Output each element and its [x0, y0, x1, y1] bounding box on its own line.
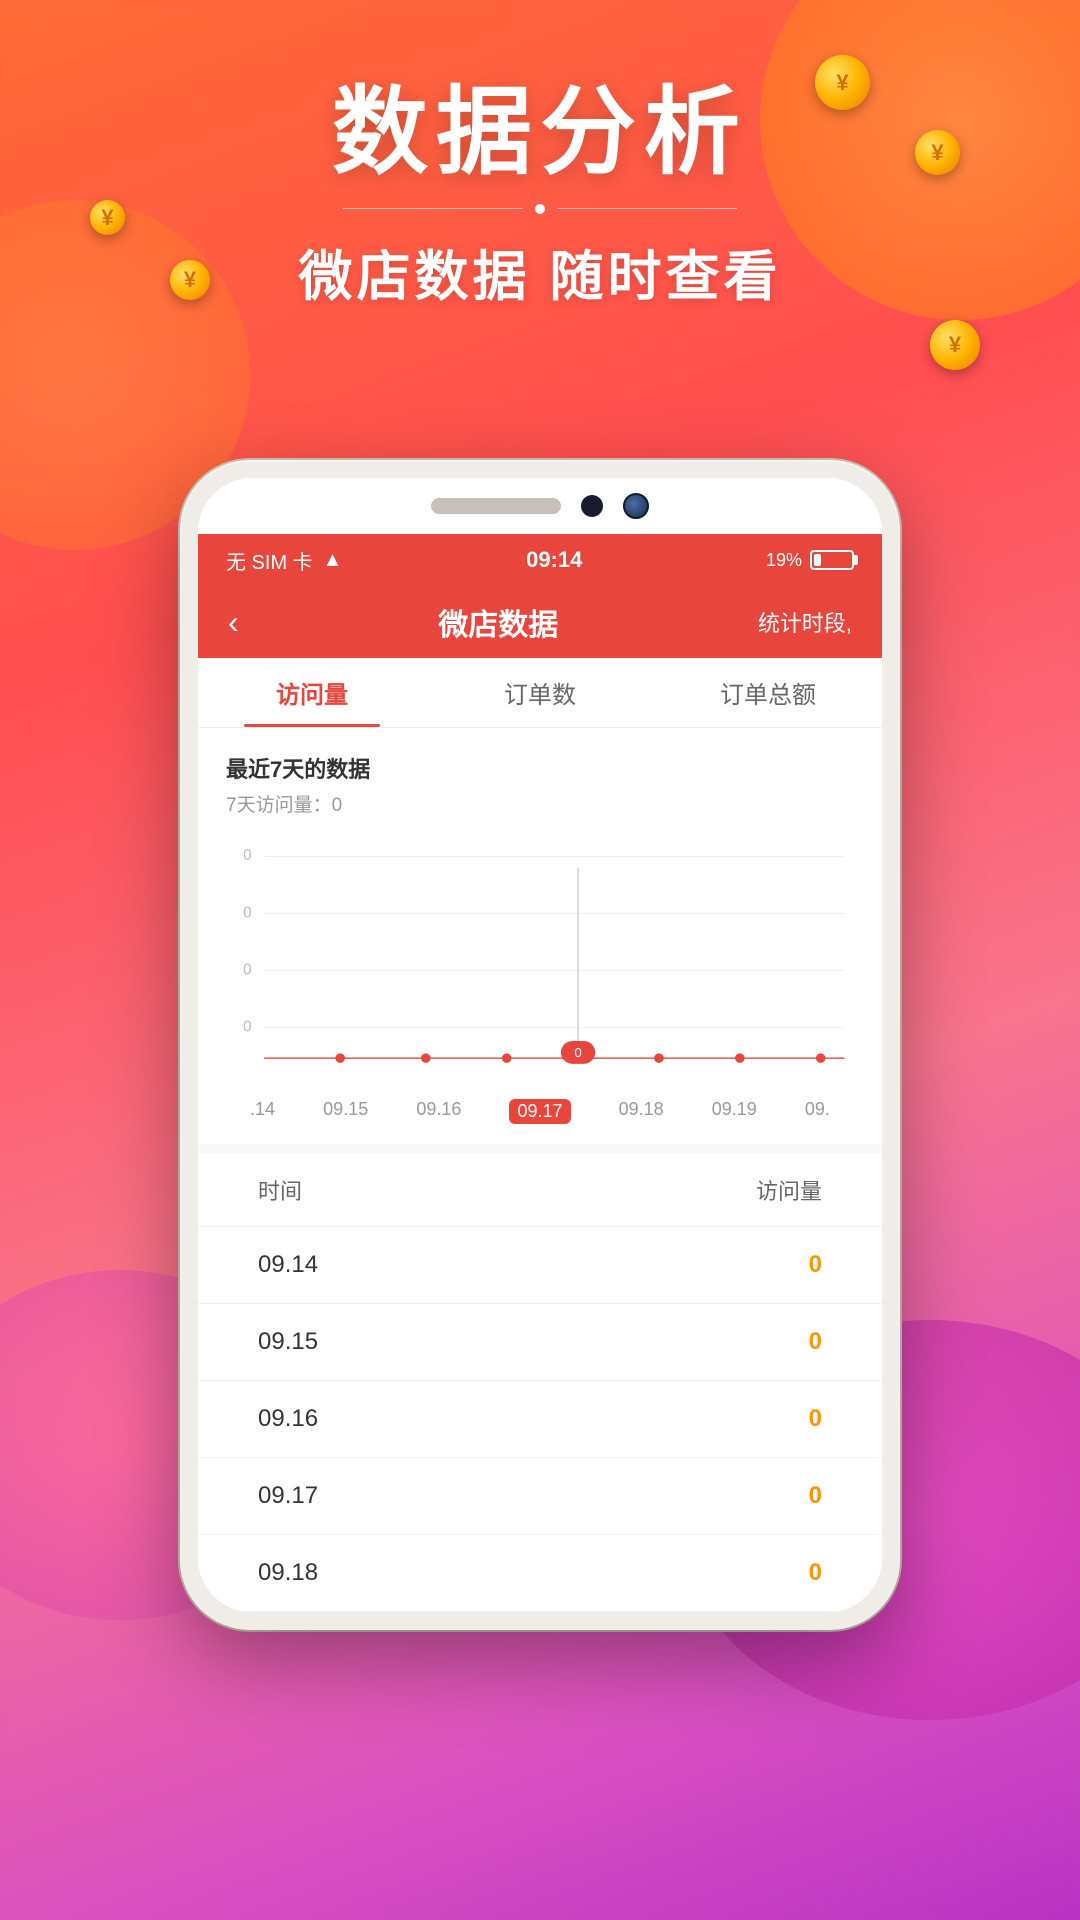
- camera-lens: [623, 493, 649, 519]
- row-4-date: 09.17: [258, 1482, 318, 1510]
- svg-text:0: 0: [574, 1045, 581, 1060]
- battery-percent: 19%: [766, 550, 802, 571]
- wifi-icon: ▲: [323, 549, 343, 572]
- date-label-1: .14: [250, 1099, 275, 1124]
- svg-text:0: 0: [243, 1019, 251, 1036]
- phone-outer-frame: 无 SIM 卡 ▲ 09:14 19% ‹ 微店数据 统计时段,: [180, 460, 900, 1630]
- chart-subtitle: 7天访问量：0: [226, 790, 854, 817]
- divider-line-right: [557, 208, 737, 209]
- status-left: 无 SIM 卡 ▲: [226, 546, 342, 575]
- date-label-7: 09.: [805, 1099, 830, 1124]
- divider-line-left: [343, 208, 523, 209]
- carrier-label: 无 SIM 卡: [226, 546, 313, 575]
- date-label-2: 09.15: [323, 1099, 368, 1124]
- table-row: 09.14 0: [198, 1227, 882, 1304]
- date-label-5: 09.18: [619, 1099, 664, 1124]
- table-row: 09.17 0: [198, 1458, 882, 1535]
- phone-screen: 无 SIM 卡 ▲ 09:14 19% ‹ 微店数据 统计时段,: [198, 478, 882, 1612]
- row-5-value: 0: [809, 1559, 822, 1587]
- divider-dot: [535, 204, 545, 214]
- battery-fill: [814, 554, 821, 566]
- speaker-grille: [431, 498, 561, 514]
- main-title: 数据分析: [0, 80, 1080, 186]
- sub-title: 微店数据 随时查看: [0, 232, 1080, 311]
- row-3-value: 0: [809, 1405, 822, 1433]
- stats-period-button[interactable]: 统计时段,: [758, 606, 852, 638]
- row-2-value: 0: [809, 1328, 822, 1356]
- status-right: 19%: [766, 550, 854, 571]
- table-row: 09.16 0: [198, 1381, 882, 1458]
- table-row: 09.18 0: [198, 1535, 882, 1612]
- battery-icon: [810, 550, 854, 570]
- col-visits-header: 访问量: [756, 1174, 822, 1206]
- phone-top-hardware: [198, 478, 882, 534]
- date-label-6: 09.19: [712, 1099, 757, 1124]
- svg-text:0: 0: [243, 847, 251, 864]
- header-area: 数据分析 微店数据 随时查看: [0, 80, 1080, 311]
- row-2-date: 09.15: [258, 1328, 318, 1356]
- nav-bar: ‹ 微店数据 统计时段,: [198, 586, 882, 658]
- tab-visits[interactable]: 访问量: [198, 658, 426, 727]
- chart-section: 最近7天的数据 7天访问量：0 0 0 0 0: [198, 728, 882, 1144]
- row-4-value: 0: [809, 1482, 822, 1510]
- row-1-date: 09.14: [258, 1251, 318, 1279]
- chart-title: 最近7天的数据: [226, 752, 854, 784]
- status-bar: 无 SIM 卡 ▲ 09:14 19%: [198, 534, 882, 586]
- col-time-header: 时间: [258, 1174, 302, 1206]
- content-area: 最近7天的数据 7天访问量：0 0 0 0 0: [198, 728, 882, 1612]
- tabs-bar: 访问量 订单数 订单总额: [198, 658, 882, 728]
- tab-orders[interactable]: 订单数: [426, 658, 654, 727]
- date-labels-row: .14 09.15 09.16 09.17 09.18 09.19 09.: [226, 1093, 854, 1134]
- tab-order-total[interactable]: 订单总额: [654, 658, 882, 727]
- status-time: 09:14: [526, 547, 582, 573]
- divider: [0, 204, 1080, 214]
- row-3-date: 09.16: [258, 1405, 318, 1433]
- data-table: 时间 访问量 09.14 0 09.15 0 09.16 0: [198, 1154, 882, 1612]
- row-1-value: 0: [809, 1251, 822, 1279]
- svg-text:0: 0: [243, 904, 251, 921]
- back-button[interactable]: ‹: [228, 604, 239, 641]
- front-camera: [581, 495, 603, 517]
- chart-container: 0 0 0 0: [226, 833, 854, 1093]
- date-label-4-active[interactable]: 09.17: [509, 1099, 570, 1124]
- row-5-date: 09.18: [258, 1559, 318, 1587]
- coin-decoration-4: [930, 320, 980, 370]
- nav-title: 微店数据: [438, 600, 558, 644]
- table-header: 时间 访问量: [198, 1154, 882, 1227]
- phone-mockup: 无 SIM 卡 ▲ 09:14 19% ‹ 微店数据 统计时段,: [180, 460, 900, 1630]
- table-row: 09.15 0: [198, 1304, 882, 1381]
- svg-text:0: 0: [243, 961, 251, 978]
- date-label-3: 09.16: [416, 1099, 461, 1124]
- chart-svg: 0 0 0 0: [226, 833, 854, 1093]
